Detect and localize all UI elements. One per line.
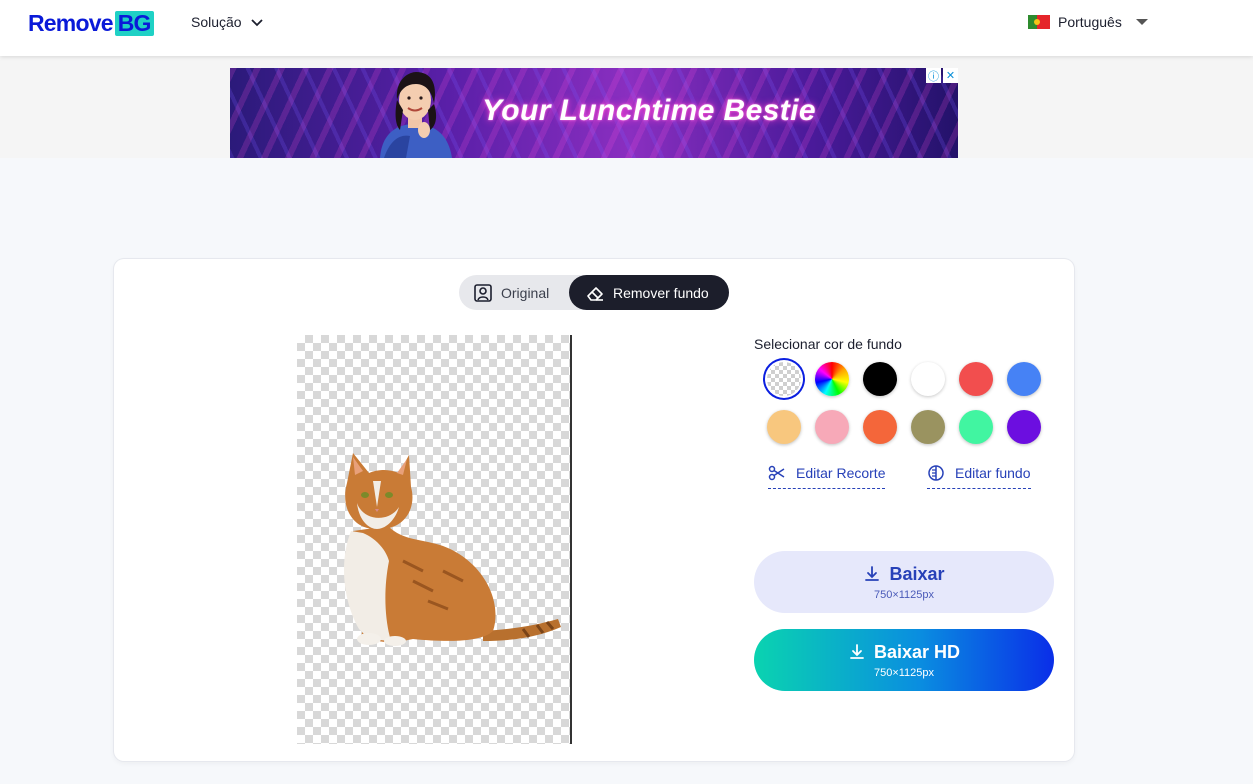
tab-remove-background-label: Remover fundo bbox=[613, 284, 709, 301]
logo-text-bg: BG bbox=[114, 10, 154, 36]
portugal-flag-icon bbox=[1028, 15, 1050, 29]
swatch-olive[interactable] bbox=[911, 410, 945, 444]
swatch-white[interactable] bbox=[911, 362, 945, 396]
download-button[interactable]: Baixar 750×1125px bbox=[754, 551, 1054, 613]
edit-background-label: Editar fundo bbox=[955, 465, 1031, 481]
edit-cutout-label: Editar Recorte bbox=[796, 465, 886, 481]
advertisement-banner[interactable]: Your Lunchtime Bestie ⓘ ✕ bbox=[230, 68, 958, 158]
tab-original[interactable]: Original bbox=[473, 275, 549, 310]
swatch-mint[interactable] bbox=[959, 410, 993, 444]
view-toggle: Original Remover fundo bbox=[459, 275, 729, 310]
swatch-peach[interactable] bbox=[767, 410, 801, 444]
edit-background-link[interactable]: Editar fundo bbox=[927, 464, 1031, 489]
editor-card: Original Remover fundo Selecionar cor de… bbox=[114, 259, 1074, 761]
ad-info-icon[interactable]: ⓘ bbox=[926, 68, 941, 83]
portrait-icon bbox=[474, 283, 492, 302]
language-selector[interactable]: Português bbox=[1028, 14, 1148, 30]
language-label: Português bbox=[1058, 14, 1122, 30]
tab-original-label: Original bbox=[501, 284, 550, 301]
ad-headline: Your Lunchtime Bestie bbox=[482, 94, 817, 127]
result-preview bbox=[297, 335, 571, 744]
swatch-blue[interactable] bbox=[1007, 362, 1041, 396]
download-hd-label: Baixar HD bbox=[873, 641, 961, 662]
caret-down-icon bbox=[1135, 19, 1148, 25]
tab-remove-background[interactable]: Remover fundo bbox=[569, 275, 729, 310]
chevron-down-icon bbox=[250, 19, 263, 27]
download-icon bbox=[865, 566, 880, 581]
swatch-violet[interactable] bbox=[1007, 410, 1041, 444]
ad-model-image bbox=[380, 72, 452, 158]
ad-band: Your Lunchtime Bestie ⓘ ✕ bbox=[0, 56, 1253, 158]
edit-cutout-link[interactable]: Editar Recorte bbox=[768, 464, 886, 489]
cat-cutout-image bbox=[344, 453, 561, 646]
ad-controls: ⓘ ✕ bbox=[926, 68, 958, 83]
swatch-red[interactable] bbox=[959, 362, 993, 396]
ad-close-icon[interactable]: ✕ bbox=[943, 68, 958, 83]
swatch-orange[interactable] bbox=[863, 410, 897, 444]
download-hd-size: 750×1125px bbox=[873, 666, 935, 679]
eraser-icon bbox=[587, 286, 603, 301]
background-edit-icon bbox=[928, 465, 944, 481]
swatch-pink[interactable] bbox=[815, 410, 849, 444]
download-icon bbox=[850, 644, 864, 659]
background-color-title: Selecionar cor de fundo bbox=[754, 336, 902, 352]
download-size: 750×1125px bbox=[873, 588, 935, 601]
download-hd-button[interactable]: Baixar HD 750×1125px bbox=[754, 629, 1054, 691]
top-navigation-bar: Remove BG Solução Português bbox=[0, 0, 1253, 56]
swatch-transparent[interactable] bbox=[767, 362, 801, 396]
removebg-logo[interactable]: Remove BG bbox=[28, 9, 154, 37]
download-label: Baixar bbox=[889, 563, 945, 584]
swatch-black[interactable] bbox=[863, 362, 897, 396]
solution-menu[interactable]: Solução bbox=[191, 14, 264, 30]
swatch-rainbow[interactable] bbox=[815, 362, 849, 396]
logo-text-remove: Remove bbox=[28, 9, 113, 36]
solution-menu-label: Solução bbox=[191, 14, 242, 30]
preview-edge-line bbox=[570, 335, 572, 744]
scissors-icon bbox=[768, 465, 785, 481]
